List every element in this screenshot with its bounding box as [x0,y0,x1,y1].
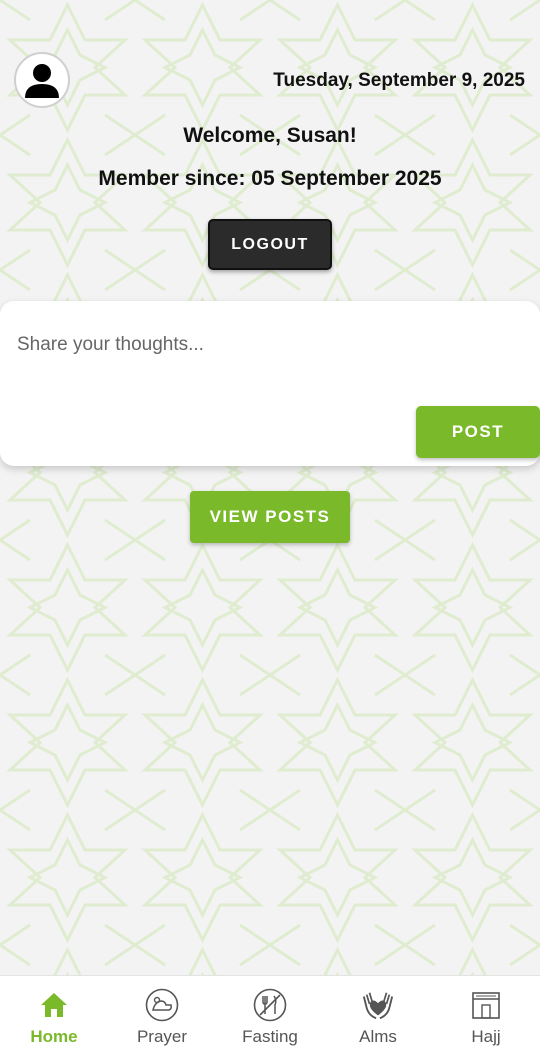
thoughts-input[interactable] [17,334,517,356]
prayer-icon [145,988,179,1022]
nav-item-alms[interactable]: Alms [324,976,432,1055]
post-button[interactable]: POST [416,406,540,458]
member-since: Member since: 05 September 2025 [98,167,442,190]
alms-icon [361,988,395,1022]
nav-label-prayer: Prayer [136,1027,188,1046]
current-date: Tuesday, September 9, 2025 [273,70,525,91]
hajj-icon [469,988,503,1022]
nav-label-alms: Alms [359,1027,397,1046]
user-avatar-icon [25,64,59,98]
logout-button[interactable]: LOGOUT [208,219,332,270]
bottom-navigation: Home Prayer Fasting Alms Hajj [0,975,540,1055]
nav-item-home[interactable]: Home [0,976,108,1055]
welcome-message: Welcome, Susan! [183,124,357,147]
nav-label-fasting: Fasting [242,1027,298,1046]
home-screen: Tuesday, September 9, 2025 Welcome, Susa… [0,0,540,975]
view-posts-button[interactable]: VIEW POSTS [190,491,350,543]
post-composer: POST [0,301,540,466]
nav-item-fasting[interactable]: Fasting [216,976,324,1055]
profile-avatar[interactable] [14,52,70,108]
fasting-icon [253,988,287,1022]
nav-label-hajj: Hajj [471,1027,501,1046]
nav-item-hajj[interactable]: Hajj [432,976,540,1055]
nav-item-prayer[interactable]: Prayer [108,976,216,1055]
home-icon [37,988,71,1022]
nav-label-home: Home [30,1027,78,1046]
